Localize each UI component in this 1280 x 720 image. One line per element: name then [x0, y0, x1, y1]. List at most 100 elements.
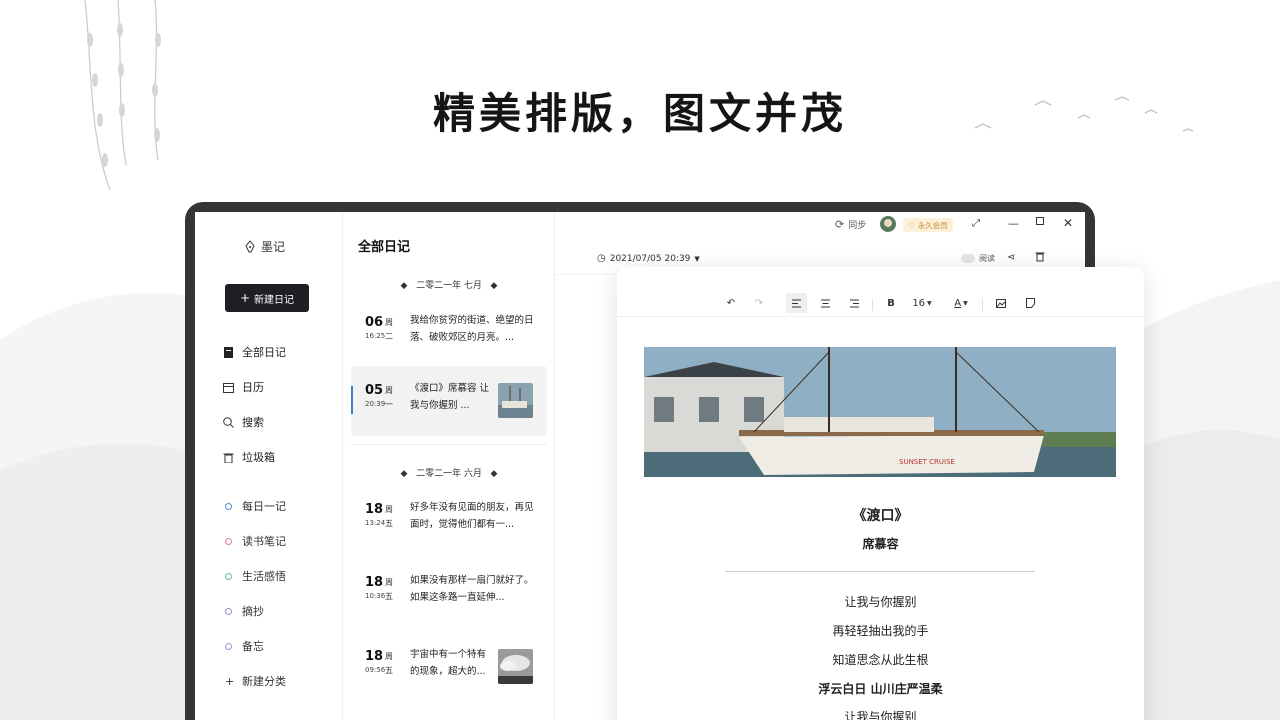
- category-label: 备忘: [242, 640, 264, 653]
- entry-time: 10:36: [365, 592, 386, 600]
- minimize-icon[interactable]: —: [1008, 217, 1019, 230]
- note-icon[interactable]: [1020, 293, 1040, 313]
- diary-entry[interactable]: 18 周 13:24 五 好多年没有见面的朋友，再见面时，觉得他们都有一...: [351, 485, 547, 555]
- editor-document-card: ↶ ↷ B 16 ▼ A ▼ SUNSET CRUISE 《渡口》 席慕容 让我…: [617, 267, 1144, 720]
- sidebar-item-label: 全部日记: [242, 346, 286, 359]
- entry-excerpt: 我给你贫穷的街道、绝望的日落、破败郊区的月亮。...: [410, 315, 534, 343]
- sync-icon: ⟳: [835, 218, 845, 231]
- entry-datetime: 2021/07/05 20:39: [609, 253, 691, 264]
- new-diary-label: 新建日记: [254, 294, 295, 306]
- category-dot: [225, 537, 232, 545]
- month-header: ◆ 二零二一年 六月 ◆: [400, 469, 498, 479]
- sidebar-item-label: 搜索: [242, 416, 264, 429]
- diary-entry[interactable]: 18 周 09:56 五 宇宙中有一个特有的现象，超大的...: [351, 632, 547, 702]
- bold-icon[interactable]: B: [881, 293, 901, 313]
- plus-icon: +: [239, 291, 251, 305]
- entry-thumbnail: [498, 649, 533, 684]
- align-left-icon[interactable]: [786, 293, 807, 313]
- sidebar: 墨记 + 新建日记 全部日记 日历 搜索 垃圾箱 每日一记 读书笔记 生活感悟 …: [195, 212, 343, 720]
- category-label: 摘抄: [242, 605, 264, 618]
- month-header: ◆ 二零二一年 七月 ◆: [400, 281, 498, 291]
- share-icon[interactable]: ⋖: [1007, 252, 1015, 263]
- entry-excerpt: 宇宙中有一个特有的现象，超大的...: [410, 649, 487, 677]
- font-size-value: 16: [912, 297, 926, 309]
- category-label: 每日一记: [242, 500, 286, 513]
- pen-nib-icon: [245, 240, 255, 253]
- maximize-icon[interactable]: [1036, 217, 1044, 225]
- category-label: 生活感悟: [242, 570, 286, 583]
- font-color-icon[interactable]: A ▼: [949, 293, 973, 313]
- category-dot: [225, 502, 232, 510]
- date-picker[interactable]: ◷ 2021/07/05 20:39 ▼: [597, 253, 700, 264]
- calendar-icon: [223, 382, 234, 393]
- align-right-icon[interactable]: [844, 293, 864, 313]
- poem-line: 再轻轻抽出我的手: [832, 624, 929, 638]
- entry-excerpt: 《渡口》席慕容 让我与你握别 ...: [410, 383, 490, 411]
- category-life[interactable]: 生活感悟: [225, 568, 286, 584]
- poem-line: 让我与你握别: [844, 710, 917, 720]
- entry-time: 16:25: [365, 332, 386, 340]
- font-size-select[interactable]: 16 ▼: [909, 293, 935, 313]
- notebook-icon: [224, 346, 233, 358]
- entry-day: 18: [365, 502, 384, 517]
- poem-line: 让我与你握别: [844, 595, 917, 609]
- category-daily[interactable]: 每日一记: [225, 498, 286, 514]
- diary-entry[interactable]: 18 周 10:36 五 如果没有那样一扇门就好了。如果这条路一直延伸...: [351, 558, 547, 628]
- entry-week: 周: [385, 318, 393, 327]
- entry-day: 05: [365, 383, 384, 398]
- sidebar-item-trash[interactable]: 垃圾箱: [223, 449, 275, 465]
- chevron-down-icon: ▼: [694, 254, 700, 263]
- new-category-button[interactable]: + 新建分类: [225, 673, 286, 689]
- diary-entry[interactable]: 06 周 16:25 二 我给你贫穷的街道、绝望的日落、破败郊区的月亮。...: [351, 298, 547, 368]
- poem-author: 席慕容: [862, 537, 899, 551]
- new-category-label: 新建分类: [242, 675, 286, 688]
- vip-label: 永久会员: [917, 220, 948, 230]
- entry-week: 周: [385, 386, 393, 395]
- category-excerpts[interactable]: 摘抄: [225, 603, 264, 619]
- sidebar-item-calendar[interactable]: 日历: [223, 379, 264, 395]
- chevron-down-icon: ▼: [927, 299, 932, 307]
- sidebar-item-all-diaries[interactable]: 全部日记: [223, 344, 286, 360]
- entry-excerpt: 好多年没有见面的朋友，再见面时，觉得他们都有一...: [410, 502, 534, 530]
- close-icon[interactable]: ✕: [1063, 216, 1073, 230]
- category-memo[interactable]: 备忘: [225, 638, 264, 654]
- align-center-icon[interactable]: [815, 293, 835, 313]
- entry-excerpt: 如果没有那样一扇门就好了。如果这条路一直延伸...: [410, 575, 534, 603]
- entry-time: 13:24: [365, 519, 386, 527]
- entry-time: 09:56: [365, 666, 386, 674]
- entry-week: 周: [385, 578, 393, 587]
- app-logo: 墨记: [245, 238, 285, 255]
- entry-weekday: 五: [385, 666, 393, 675]
- delete-icon[interactable]: [1035, 251, 1045, 262]
- sidebar-item-label: 垃圾箱: [242, 451, 275, 464]
- vip-badge[interactable]: ♡ 永久会员: [903, 218, 953, 232]
- entry-day: 18: [365, 649, 384, 664]
- entry-day: 06: [365, 315, 384, 330]
- redo-icon[interactable]: ↷: [749, 293, 769, 313]
- read-mode-toggle[interactable]: 阅读: [961, 253, 995, 264]
- category-reading-notes[interactable]: 读书笔记: [225, 533, 286, 549]
- heart-icon: ♡: [908, 220, 915, 230]
- page-headline: 精美排版，图文并茂: [432, 89, 847, 138]
- poem-line: 知道思念从此生根: [832, 653, 929, 667]
- entry-weekday: 二: [385, 332, 393, 341]
- category-label: 读书笔记: [242, 535, 286, 548]
- new-diary-button[interactable]: + 新建日记: [225, 284, 309, 312]
- category-dot: [225, 607, 232, 615]
- entry-thumbnail: [498, 383, 533, 418]
- avatar[interactable]: [880, 216, 896, 232]
- poem-title: 《渡口》: [852, 508, 909, 524]
- divider: [725, 571, 1035, 572]
- editor-toolbar: ↶ ↷ B 16 ▼ A ▼: [617, 289, 1144, 317]
- undo-icon[interactable]: ↶: [721, 293, 741, 313]
- entry-week: 周: [385, 505, 393, 514]
- fullscreen-icon[interactable]: ⤢: [972, 218, 980, 229]
- list-title: 全部日记: [358, 240, 411, 255]
- sidebar-item-label: 日历: [242, 381, 264, 394]
- entry-day: 18: [365, 575, 384, 590]
- image-icon[interactable]: [991, 293, 1011, 313]
- sidebar-item-search[interactable]: 搜索: [223, 414, 264, 430]
- diary-photo-boat: SUNSET CRUISE: [644, 347, 1116, 477]
- sync-button[interactable]: ⟳ 同步: [835, 218, 866, 231]
- diary-entry-selected[interactable]: 05 周 20:39 一 《渡口》席慕容 让我与你握别 ...: [351, 366, 547, 436]
